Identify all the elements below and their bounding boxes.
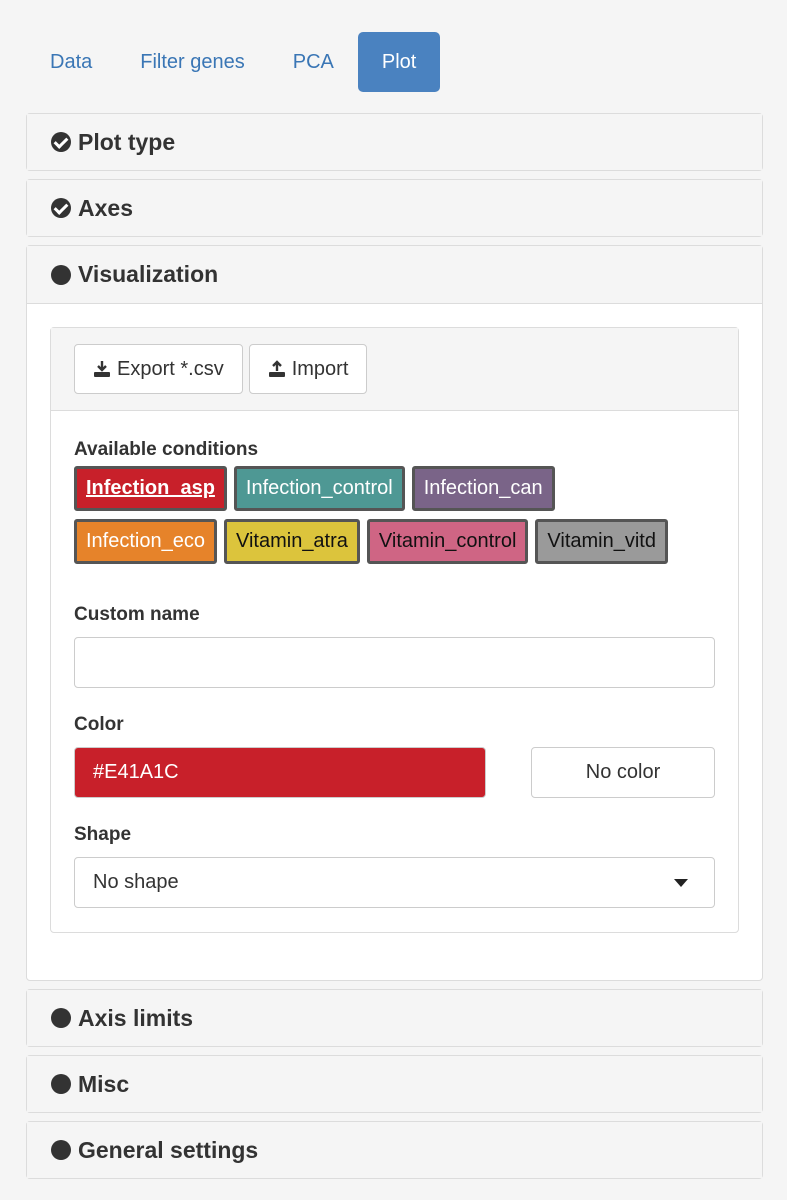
panel-title: Axis limits bbox=[78, 1004, 194, 1031]
panel-axes: Axes bbox=[26, 179, 763, 237]
panel-header-axis-limits[interactable]: Axis limits bbox=[27, 990, 762, 1046]
dot-icon bbox=[51, 1074, 71, 1094]
panel-title: Misc bbox=[78, 1070, 130, 1097]
panel-axis-limits: Axis limits bbox=[26, 989, 763, 1047]
shape-select-value: No shape bbox=[93, 871, 179, 893]
tab-plot[interactable]: Plot bbox=[357, 32, 441, 92]
condition-chip[interactable]: Infection_eco bbox=[74, 519, 217, 564]
condition-chip[interactable]: Infection_asp bbox=[74, 466, 227, 511]
check-circle-icon bbox=[51, 132, 71, 152]
condition-editor: Export *.csv Import Available conditions… bbox=[50, 327, 739, 933]
shape-select[interactable]: No shape bbox=[74, 857, 715, 908]
download-icon bbox=[94, 361, 110, 377]
dot-icon bbox=[51, 264, 71, 285]
panel-header-plot-type[interactable]: Plot type bbox=[27, 114, 762, 170]
panel-title: Plot type bbox=[78, 128, 176, 155]
color-input[interactable]: #E41A1C bbox=[74, 747, 486, 798]
tab-data[interactable]: Data bbox=[26, 32, 116, 92]
condition-chip[interactable]: Vitamin_vitd bbox=[535, 519, 668, 564]
dot-icon bbox=[51, 1140, 71, 1160]
shape-label: Shape bbox=[74, 824, 132, 845]
panel-header-axes[interactable]: Axes bbox=[27, 180, 762, 236]
panel-header-visualization[interactable]: Visualization bbox=[27, 246, 762, 304]
condition-list: Infection_asp Infection_control Infection_… bbox=[74, 466, 694, 564]
no-color-button[interactable]: No color bbox=[531, 747, 715, 798]
panel-header-general-settings[interactable]: General settings bbox=[27, 1122, 762, 1178]
available-conditions-label: Available conditions bbox=[74, 439, 259, 460]
editor-body: Available conditions Infection_asp Infect… bbox=[51, 411, 738, 932]
upload-icon bbox=[268, 360, 285, 377]
condition-chip[interactable]: Infection_control bbox=[233, 466, 405, 511]
panel-plot-type: Plot type bbox=[26, 113, 763, 171]
panel-general-settings: General settings bbox=[26, 1121, 763, 1179]
panel-title: Axes bbox=[78, 194, 133, 221]
condition-chip[interactable]: Vitamin_control bbox=[366, 519, 529, 564]
tab-pca[interactable]: PCA bbox=[269, 32, 358, 92]
caret-down-icon bbox=[674, 878, 688, 887]
panel-title: Visualization bbox=[78, 261, 219, 287]
check-circle-icon bbox=[51, 198, 71, 218]
custom-name-label: Custom name bbox=[74, 604, 200, 625]
editor-toolbar: Export *.csv Import bbox=[51, 328, 738, 411]
panel-misc: Misc bbox=[26, 1055, 763, 1113]
tab-bar: Data Filter genes PCA Plot bbox=[26, 32, 441, 92]
condition-chip[interactable]: Infection_can bbox=[411, 466, 555, 511]
export-csv-button[interactable]: Export *.csv bbox=[74, 344, 243, 394]
color-label: Color bbox=[74, 714, 124, 735]
panel-header-misc[interactable]: Misc bbox=[27, 1056, 762, 1112]
color-row: #E41A1C No color bbox=[74, 747, 715, 798]
custom-name-input[interactable] bbox=[74, 637, 715, 688]
dot-icon bbox=[51, 1008, 71, 1028]
tab-filter-genes[interactable]: Filter genes bbox=[116, 32, 269, 92]
condition-chip[interactable]: Vitamin_atra bbox=[223, 519, 360, 564]
import-label: Import bbox=[291, 357, 349, 380]
import-button[interactable]: Import bbox=[248, 344, 368, 394]
panel-title: General settings bbox=[78, 1136, 259, 1163]
export-label: Export *.csv bbox=[117, 357, 224, 380]
visualization-body: Export *.csv Import Available conditions… bbox=[27, 304, 762, 956]
panel-visualization: Visualization Export *.csv Import Availa… bbox=[26, 245, 763, 981]
